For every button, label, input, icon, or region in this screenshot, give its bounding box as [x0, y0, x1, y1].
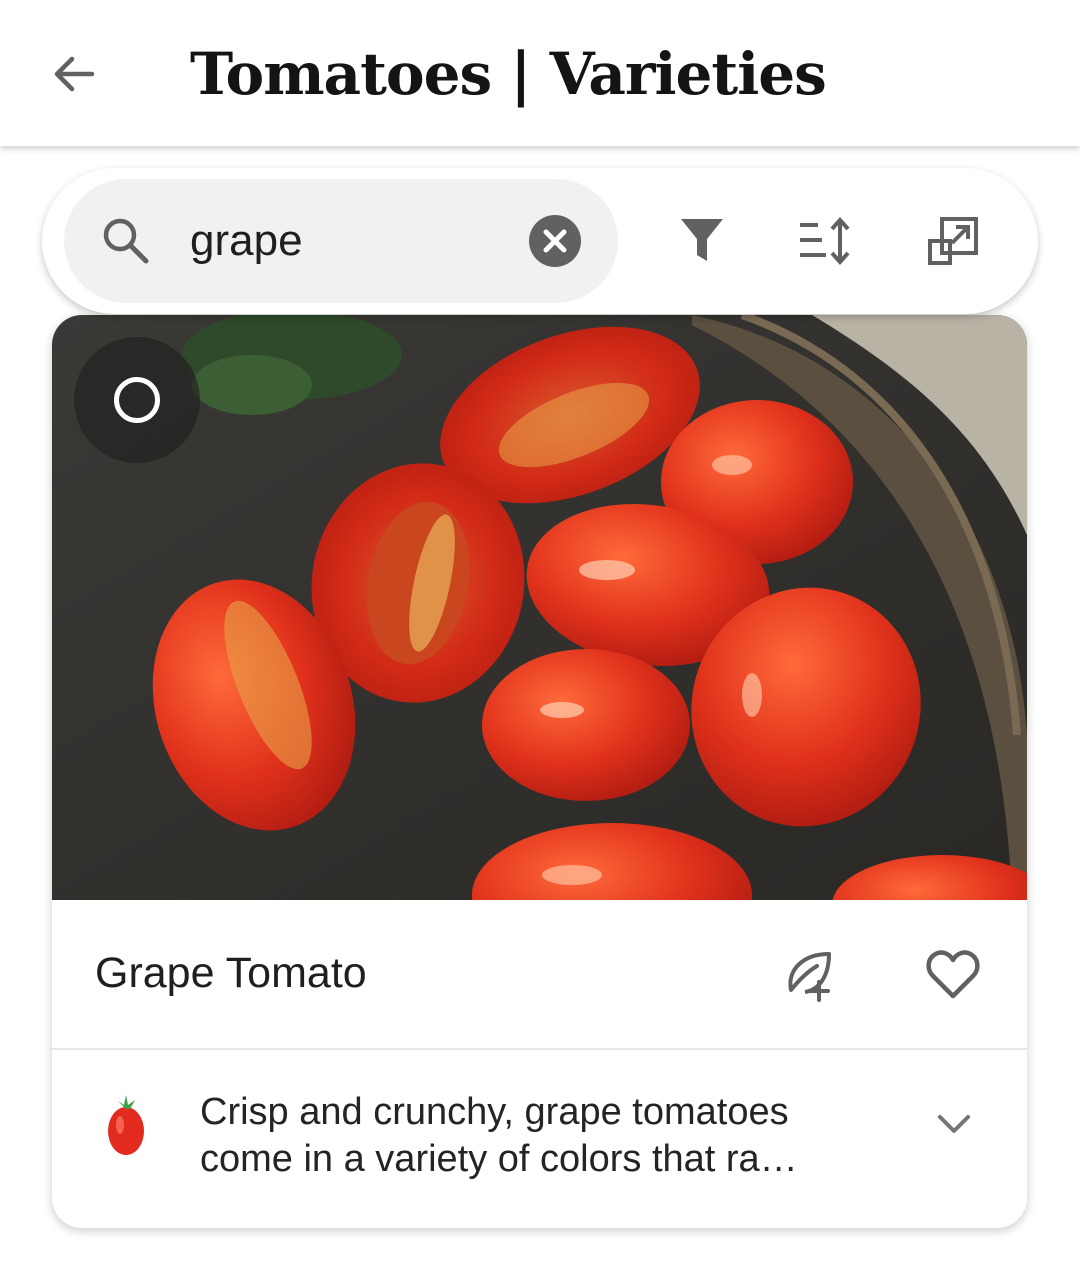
open-in-new-icon	[928, 217, 978, 265]
arrow-back-icon	[54, 56, 95, 92]
search-input[interactable]	[190, 205, 520, 277]
variety-description: Crisp and crunchy, grape tomatoes come i…	[200, 1091, 798, 1180]
variety-card[interactable]: Grape Tomato Crisp and crunchy, grape to…	[52, 315, 1027, 1228]
card-divider	[52, 1048, 1027, 1050]
search-bar	[64, 179, 618, 303]
leaf-add-icon	[788, 952, 831, 1002]
filter-icon	[681, 219, 723, 261]
expand-view-button[interactable]	[918, 205, 990, 277]
variety-name: Grape Tomato	[95, 949, 367, 997]
chevron-down-icon	[938, 1115, 970, 1133]
circle-outline-icon	[114, 377, 160, 423]
tomato-icon	[108, 1095, 144, 1155]
search-icon	[103, 218, 149, 264]
app-bar: Tomatoes | Varieties	[0, 0, 1080, 146]
clear-search-button[interactable]	[528, 214, 582, 268]
sort-button[interactable]	[790, 205, 862, 277]
filter-button[interactable]	[666, 205, 738, 277]
search-toolbar	[42, 168, 1038, 314]
back-button[interactable]	[38, 38, 110, 110]
page-title: Tomatoes | Varieties	[190, 40, 827, 108]
select-button[interactable]	[74, 337, 200, 463]
heart-outline-icon	[926, 950, 980, 999]
expand-description-button[interactable]	[924, 1101, 984, 1145]
sort-icon	[800, 216, 850, 266]
add-to-garden-button[interactable]	[776, 941, 842, 1007]
favorite-button[interactable]	[920, 941, 986, 1007]
